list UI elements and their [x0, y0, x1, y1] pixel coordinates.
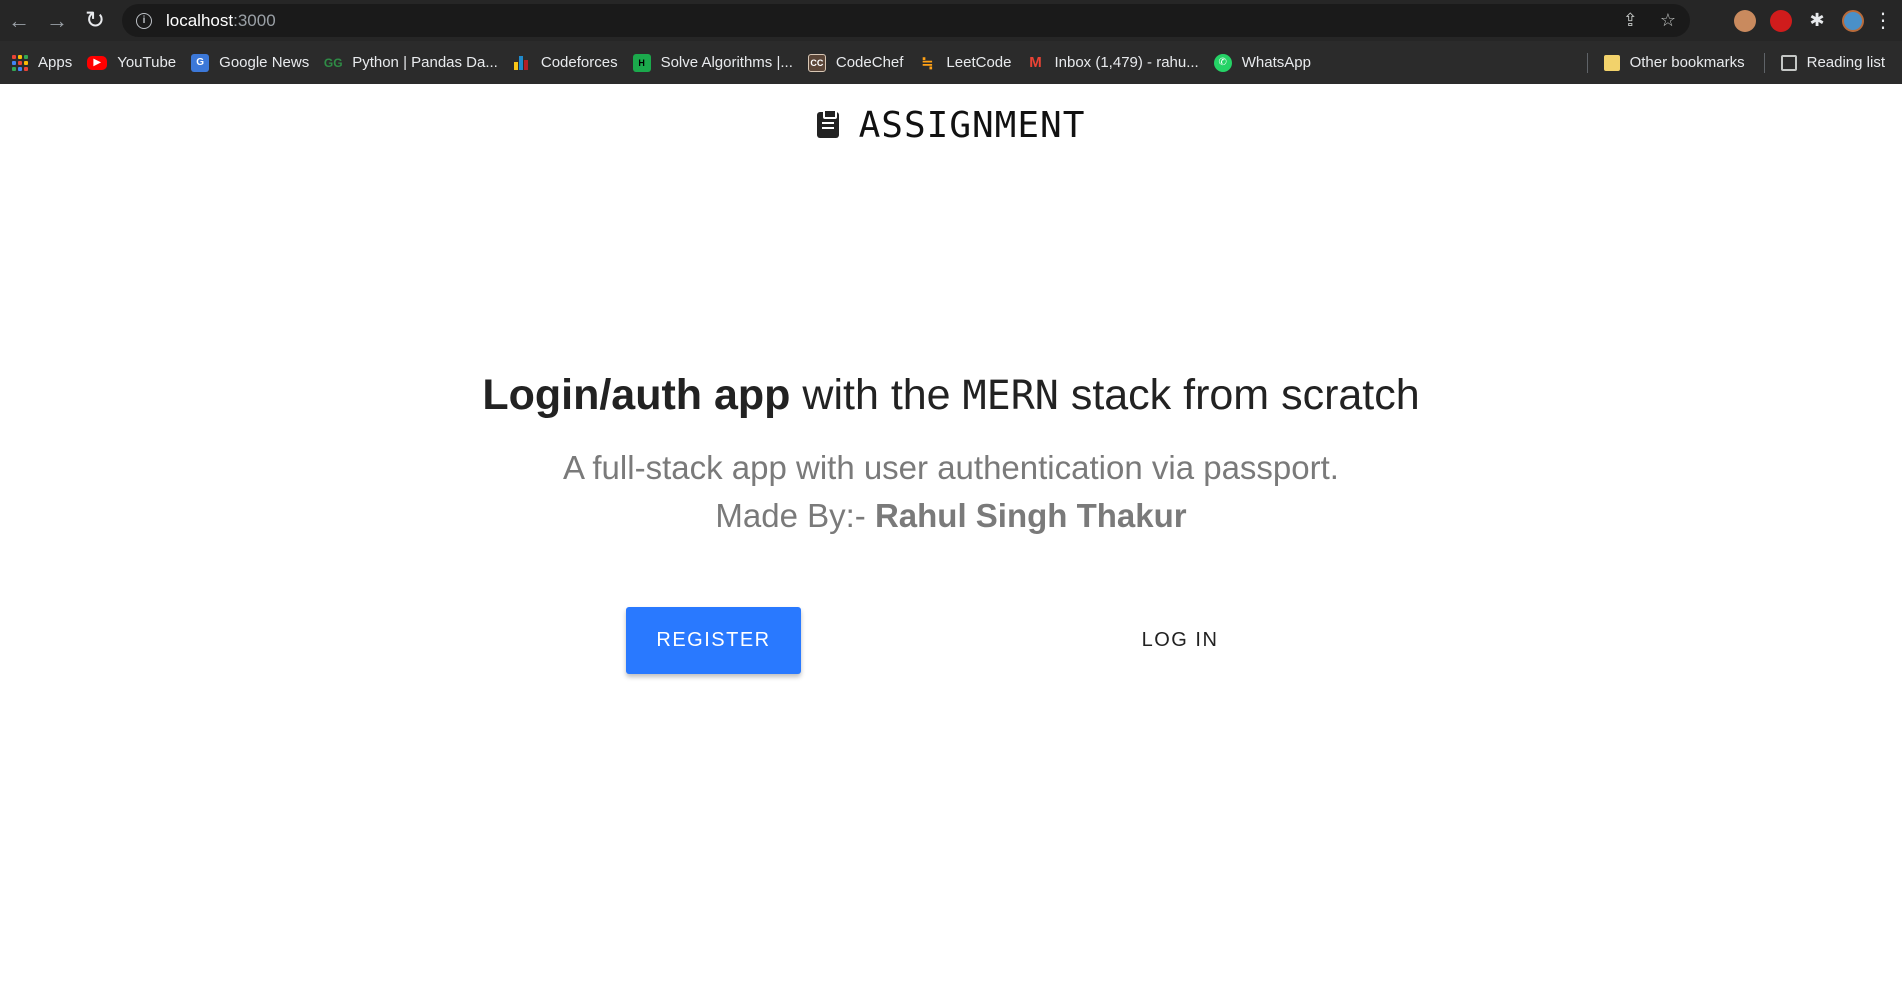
- bookmark-label: YouTube: [117, 54, 177, 71]
- bookmark-python-pandas[interactable]: GG Python | Pandas Da...: [318, 48, 507, 78]
- gmail-icon: M: [1029, 54, 1042, 71]
- bookmark-label: WhatsApp: [1241, 54, 1311, 71]
- page-description: A full-stack app with user authenticatio…: [0, 444, 1902, 540]
- author-name: Rahul Singh Thakur: [874, 497, 1187, 534]
- bookmark-label: Inbox (1,479) - rahu...: [1054, 54, 1199, 71]
- bookmarks-bar: Apps ▶ YouTube G Google News GG Python |…: [0, 41, 1902, 84]
- reading-list-label: Reading list: [1806, 54, 1885, 71]
- description-text: A full-stack app with user authenticatio…: [563, 449, 1339, 486]
- brand-title: ASSIGNMENT: [858, 104, 1086, 146]
- bookmarks-separator: [1763, 52, 1765, 73]
- bookmark-apps[interactable]: Apps: [6, 48, 81, 78]
- extension-avatar-icon[interactable]: [1734, 9, 1756, 32]
- bookmark-label: Apps: [38, 54, 73, 71]
- reading-list[interactable]: Reading list: [1775, 48, 1894, 78]
- address-bar[interactable]: i localhost :3000 ⇪ ☆: [122, 4, 1690, 37]
- login-button[interactable]: LOG IN: [1098, 607, 1262, 674]
- brand-link[interactable]: ASSIGNMENT: [816, 104, 1086, 146]
- bookmark-hackerrank[interactable]: H Solve Algorithms |...: [627, 48, 802, 78]
- extensions-puzzle-icon[interactable]: ✱: [1806, 10, 1828, 32]
- bookmark-label: Codeforces: [540, 54, 618, 71]
- bookmark-codechef[interactable]: CC CodeChef: [802, 48, 913, 78]
- bookmarks-right: Other bookmarks Reading list: [1577, 41, 1894, 84]
- bookmark-label: LeetCode: [946, 54, 1012, 71]
- hero-section: Login/auth app with the MERN stack from …: [0, 365, 1902, 540]
- profile-avatar-icon[interactable]: [1842, 9, 1864, 32]
- headline-mid: with the: [790, 371, 963, 419]
- bookmark-label: CodeChef: [835, 54, 904, 71]
- made-by-prefix: Made By:-: [715, 497, 875, 534]
- other-bookmarks-label: Other bookmarks: [1629, 54, 1745, 71]
- page-headline: Login/auth app with the MERN stack from …: [0, 365, 1902, 426]
- codechef-icon: CC: [807, 53, 826, 72]
- omnibox-actions: ⇪ ☆: [1623, 4, 1676, 37]
- headline-mern: MERN: [962, 373, 1059, 419]
- clipboard-icon: [816, 109, 839, 138]
- site-info-icon[interactable]: i: [136, 12, 152, 29]
- bookmark-gmail-inbox[interactable]: M Inbox (1,479) - rahu...: [1020, 48, 1207, 78]
- hackerrank-icon: H: [632, 53, 651, 72]
- geeksforgeeks-icon: GG: [323, 55, 343, 70]
- extensions-area: ✱ ⋮: [1734, 0, 1902, 41]
- headline-bold: Login/auth app: [482, 371, 791, 419]
- apps-grid-icon: [12, 54, 28, 71]
- app-navbar: ASSIGNMENT: [0, 84, 1902, 166]
- url-port: :3000: [233, 10, 276, 30]
- reload-icon[interactable]: ↻: [76, 0, 114, 41]
- share-icon[interactable]: ⇪: [1623, 10, 1638, 31]
- extension-hand-icon[interactable]: [1770, 9, 1792, 32]
- browser-toolbar: ← → ↻ i localhost :3000 ⇪ ☆ ✱ ⋮: [0, 0, 1902, 41]
- bookmark-leetcode[interactable]: ≒ LeetCode: [912, 48, 1020, 78]
- back-arrow-icon[interactable]: ←: [0, 0, 38, 41]
- bookmark-google-news[interactable]: G Google News: [185, 48, 318, 78]
- google-news-icon: G: [191, 53, 210, 72]
- leetcode-icon: ≒: [921, 54, 934, 72]
- bookmarks-separator: [1586, 52, 1588, 73]
- bookmark-label: Google News: [219, 54, 310, 71]
- bookmark-star-icon[interactable]: ☆: [1660, 10, 1676, 31]
- bookmark-label: Python | Pandas Da...: [352, 54, 498, 71]
- bookmark-whatsapp[interactable]: ✆ WhatsApp: [1208, 48, 1320, 78]
- whatsapp-icon: ✆: [1213, 53, 1232, 72]
- headline-end: stack from scratch: [1058, 371, 1420, 419]
- youtube-icon: ▶: [87, 55, 108, 70]
- url-host: localhost: [166, 10, 234, 30]
- made-by-line: Made By:- Rahul Singh Thakur: [0, 492, 1902, 540]
- browser-menu-icon[interactable]: ⋮: [1873, 10, 1893, 32]
- reading-list-icon: [1780, 54, 1797, 71]
- bookmark-label: Solve Algorithms |...: [660, 54, 793, 71]
- bookmark-youtube[interactable]: ▶ YouTube: [81, 48, 185, 78]
- forward-arrow-icon[interactable]: →: [38, 0, 76, 41]
- codeforces-icon: [513, 54, 531, 72]
- register-button[interactable]: REGISTER: [626, 607, 801, 674]
- other-bookmarks[interactable]: Other bookmarks: [1598, 48, 1754, 78]
- folder-icon: [1603, 54, 1620, 71]
- bookmark-codeforces[interactable]: Codeforces: [507, 48, 627, 78]
